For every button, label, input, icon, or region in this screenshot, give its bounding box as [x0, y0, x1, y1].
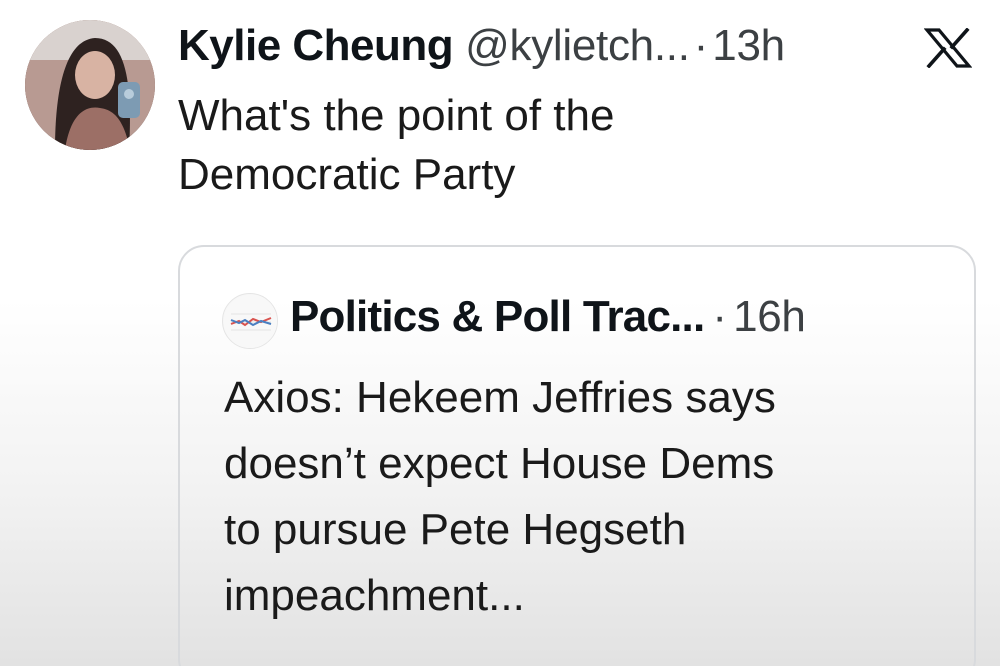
author-avatar[interactable] [25, 20, 155, 150]
quote-header: Politics & Poll Trac... · 16h [290, 289, 806, 345]
tweet-text-line: What's the point of the [178, 91, 615, 140]
author-avatar-image [25, 20, 155, 150]
quote-author-name[interactable]: Politics & Poll Trac... [290, 289, 705, 345]
quote-timestamp[interactable]: 16h [733, 289, 806, 345]
quote-text-line: to pursue Pete Hegseth [224, 505, 687, 554]
tweet-text: What's the point of the Democratic Party [178, 86, 898, 204]
quote-author-avatar[interactable] [222, 293, 278, 349]
tweet-timestamp[interactable]: 13h [712, 18, 785, 74]
quoted-tweet-card[interactable]: Politics & Poll Trac... · 16h Axios: Hek… [178, 245, 976, 666]
author-name[interactable]: Kylie Cheung [178, 18, 454, 74]
poll-chart-logo-icon [224, 295, 277, 348]
quote-text-line: impeachment... [224, 571, 525, 620]
tweet-header: Kylie Cheung @kylietch... · 13h [178, 18, 785, 74]
quote-text-line: Axios: Hekeem Jeffries says [224, 373, 776, 422]
quote-text-line: doesn’t expect House Dems [224, 439, 775, 488]
separator-dot: · [712, 292, 728, 341]
x-logo-icon[interactable] [923, 27, 973, 69]
quote-text: Axios: Hekeem Jeffries says doesn’t expe… [224, 365, 944, 629]
separator-dot: · [693, 21, 709, 70]
author-handle[interactable]: @kylietch... [465, 18, 690, 74]
tweet-text-line: Democratic Party [178, 150, 516, 199]
